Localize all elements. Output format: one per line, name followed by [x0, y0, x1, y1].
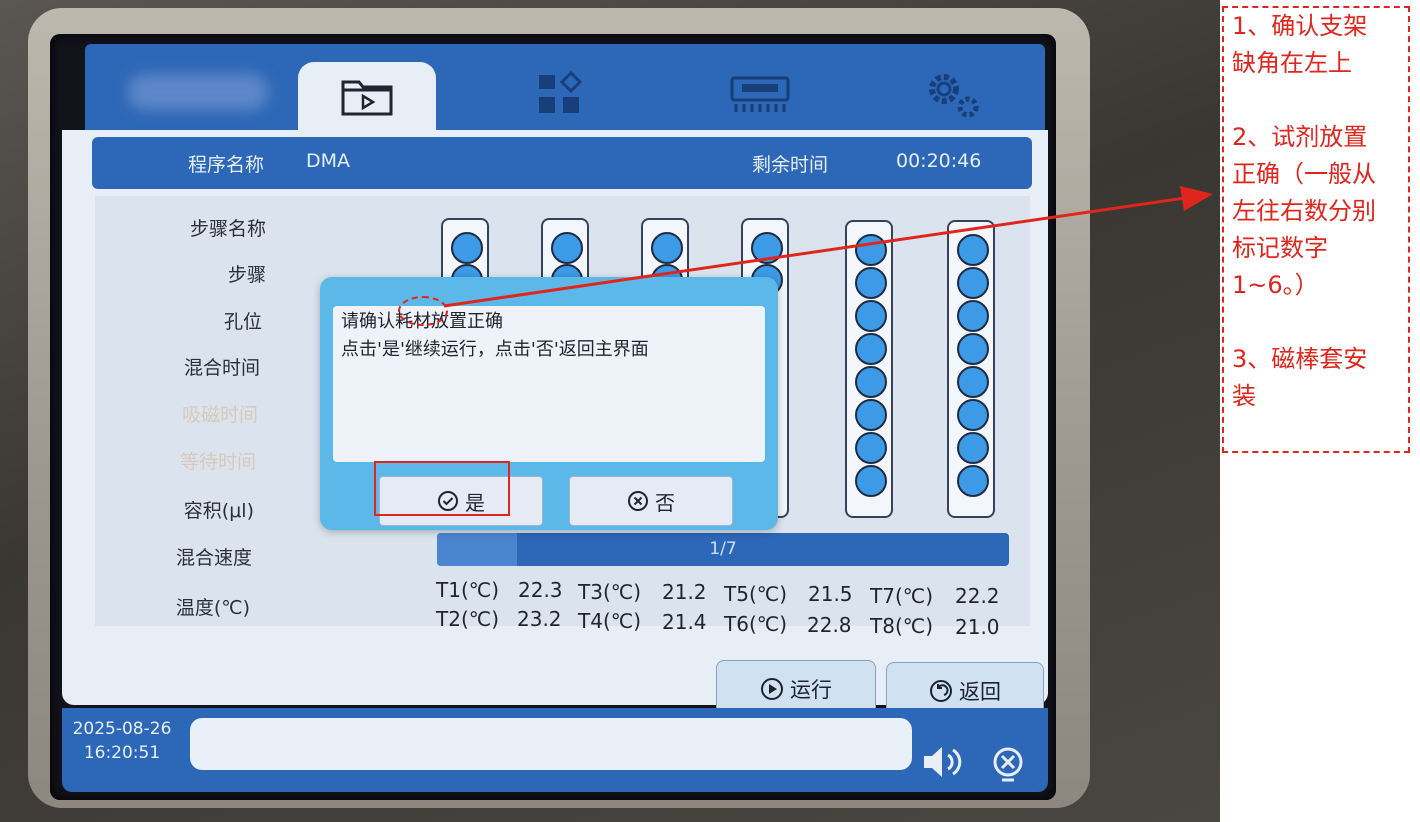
note-item-1: 1、确认支架 缺角在左上 [1232, 12, 1368, 77]
note-item-2: 2、试剂放置 正确（一般从 左往右数分别 标记数字 1~6。） [1232, 123, 1376, 299]
annotation-arrow [443, 186, 1213, 308]
annotation-notes: 1、确认支架 缺角在左上 2、试剂放置 正确（一般从 左往右数分别 标记数字 1… [1222, 6, 1410, 453]
note-item-3: 3、磁棒套安 装 [1232, 345, 1368, 410]
